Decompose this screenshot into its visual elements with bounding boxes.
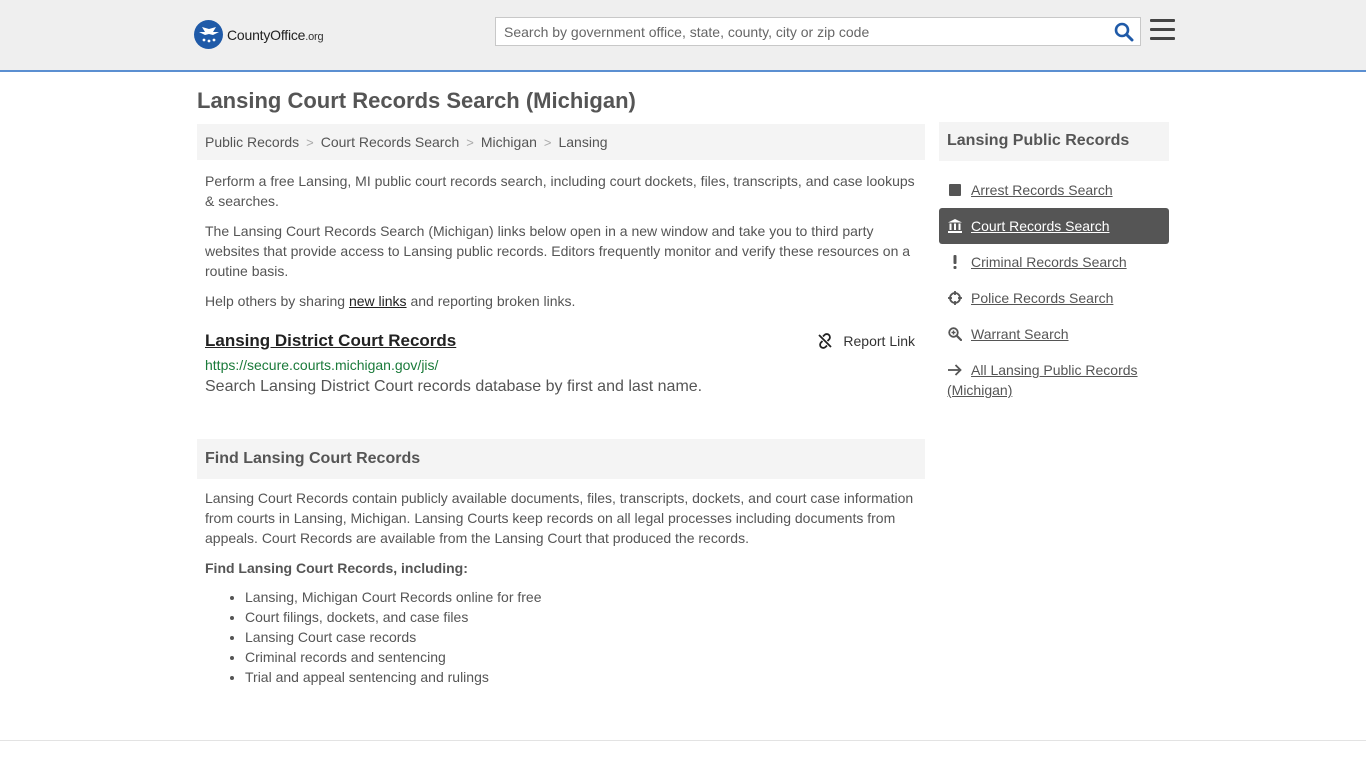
find-section-body: Lansing Court Records contain publicly a… xyxy=(197,488,925,687)
breadcrumb-public-records[interactable]: Public Records xyxy=(205,134,299,150)
sidebar-list: Arrest Records Search Court Records Sear… xyxy=(939,172,1169,408)
record-url: https://secure.courts.michigan.gov/jis/ xyxy=(205,357,439,373)
sidebar-item-arrest-records[interactable]: Arrest Records Search xyxy=(939,172,1169,208)
sidebar-item-label[interactable]: Criminal Records Search xyxy=(971,252,1127,272)
sidebar: Lansing Public Records Arrest Records Se… xyxy=(939,122,1169,408)
list-item: Lansing Court case records xyxy=(245,627,917,647)
sidebar-item-label[interactable]: Warrant Search xyxy=(971,324,1069,344)
page-title: Lansing Court Records Search (Michigan) xyxy=(197,88,636,113)
find-section-subheading: Find Lansing Court Records, including: xyxy=(205,560,468,576)
find-section-paragraph: Lansing Court Records contain publicly a… xyxy=(205,490,914,546)
sidebar-item-label[interactable]: All Lansing Public Records (Michigan) xyxy=(947,362,1138,398)
courthouse-icon xyxy=(947,216,963,236)
report-link-button[interactable]: Report Link xyxy=(817,333,915,349)
report-link-label: Report Link xyxy=(843,333,915,349)
hamburger-menu-icon[interactable] xyxy=(1150,19,1175,41)
site-header: CountyOffice.org xyxy=(0,0,1366,72)
find-section-list: Lansing, Michigan Court Records online f… xyxy=(205,587,917,687)
magnifier-icon xyxy=(947,324,963,344)
sidebar-heading: Lansing Public Records xyxy=(939,122,1169,161)
chevron-right-icon: > xyxy=(543,134,552,150)
chevron-right-icon: > xyxy=(466,134,474,150)
list-item: Criminal records and sentencing xyxy=(245,647,917,667)
find-section-heading: Find Lansing Court Records xyxy=(197,439,925,479)
intro-paragraph-1: Perform a free Lansing, MI public court … xyxy=(205,173,915,209)
record-description: Search Lansing District Court records da… xyxy=(205,378,703,395)
list-item: Court filings, dockets, and case files xyxy=(245,607,917,627)
crosshair-icon xyxy=(947,288,963,308)
broken-link-icon xyxy=(818,333,833,349)
square-icon xyxy=(947,180,963,200)
logo-domain-suffix: .org xyxy=(305,30,324,43)
eagle-seal-icon xyxy=(194,20,223,49)
chevron-right-icon: > xyxy=(306,134,314,150)
site-footer xyxy=(0,740,1366,768)
sidebar-item-court-records[interactable]: Court Records Search xyxy=(939,208,1169,244)
breadcrumb-lansing[interactable]: Lansing xyxy=(558,134,607,150)
breadcrumb: Public Records > Court Records Search > … xyxy=(197,124,925,160)
site-logo[interactable]: CountyOffice.org xyxy=(194,20,324,49)
main-content: Public Records > Court Records Search > … xyxy=(197,124,925,687)
sidebar-item-criminal-records[interactable]: Criminal Records Search xyxy=(939,244,1169,280)
search-input[interactable] xyxy=(496,18,1096,45)
intro-paragraph-3: Help others by sharing new links and rep… xyxy=(205,293,576,309)
sidebar-item-all-public-records[interactable]: All Lansing Public Records (Michigan) xyxy=(939,352,1169,408)
logo-wordmark: CountyOffice xyxy=(227,26,306,43)
list-item: Trial and appeal sentencing and rulings xyxy=(245,667,917,687)
breadcrumb-court-records-search[interactable]: Court Records Search xyxy=(321,134,460,150)
sidebar-item-warrant-search[interactable]: Warrant Search xyxy=(939,316,1169,352)
site-search xyxy=(495,17,1141,46)
breadcrumb-michigan[interactable]: Michigan xyxy=(481,134,537,150)
sidebar-item-police-records[interactable]: Police Records Search xyxy=(939,280,1169,316)
record-title-link[interactable]: Lansing District Court Records xyxy=(205,331,456,350)
arrow-right-icon xyxy=(947,360,963,380)
sidebar-item-label[interactable]: Arrest Records Search xyxy=(971,180,1113,200)
intro-paragraph-2: The Lansing Court Records Search (Michig… xyxy=(205,223,911,279)
exclamation-icon xyxy=(947,252,963,272)
sidebar-item-label[interactable]: Court Records Search xyxy=(971,216,1110,236)
record-listing: Lansing District Court Records Report Li… xyxy=(197,331,925,396)
search-icon[interactable] xyxy=(1114,22,1134,42)
sidebar-item-label[interactable]: Police Records Search xyxy=(971,288,1113,308)
list-item: Lansing, Michigan Court Records online f… xyxy=(245,587,917,607)
new-links-link[interactable]: new links xyxy=(349,293,407,309)
intro-text: Perform a free Lansing, MI public court … xyxy=(197,171,925,311)
